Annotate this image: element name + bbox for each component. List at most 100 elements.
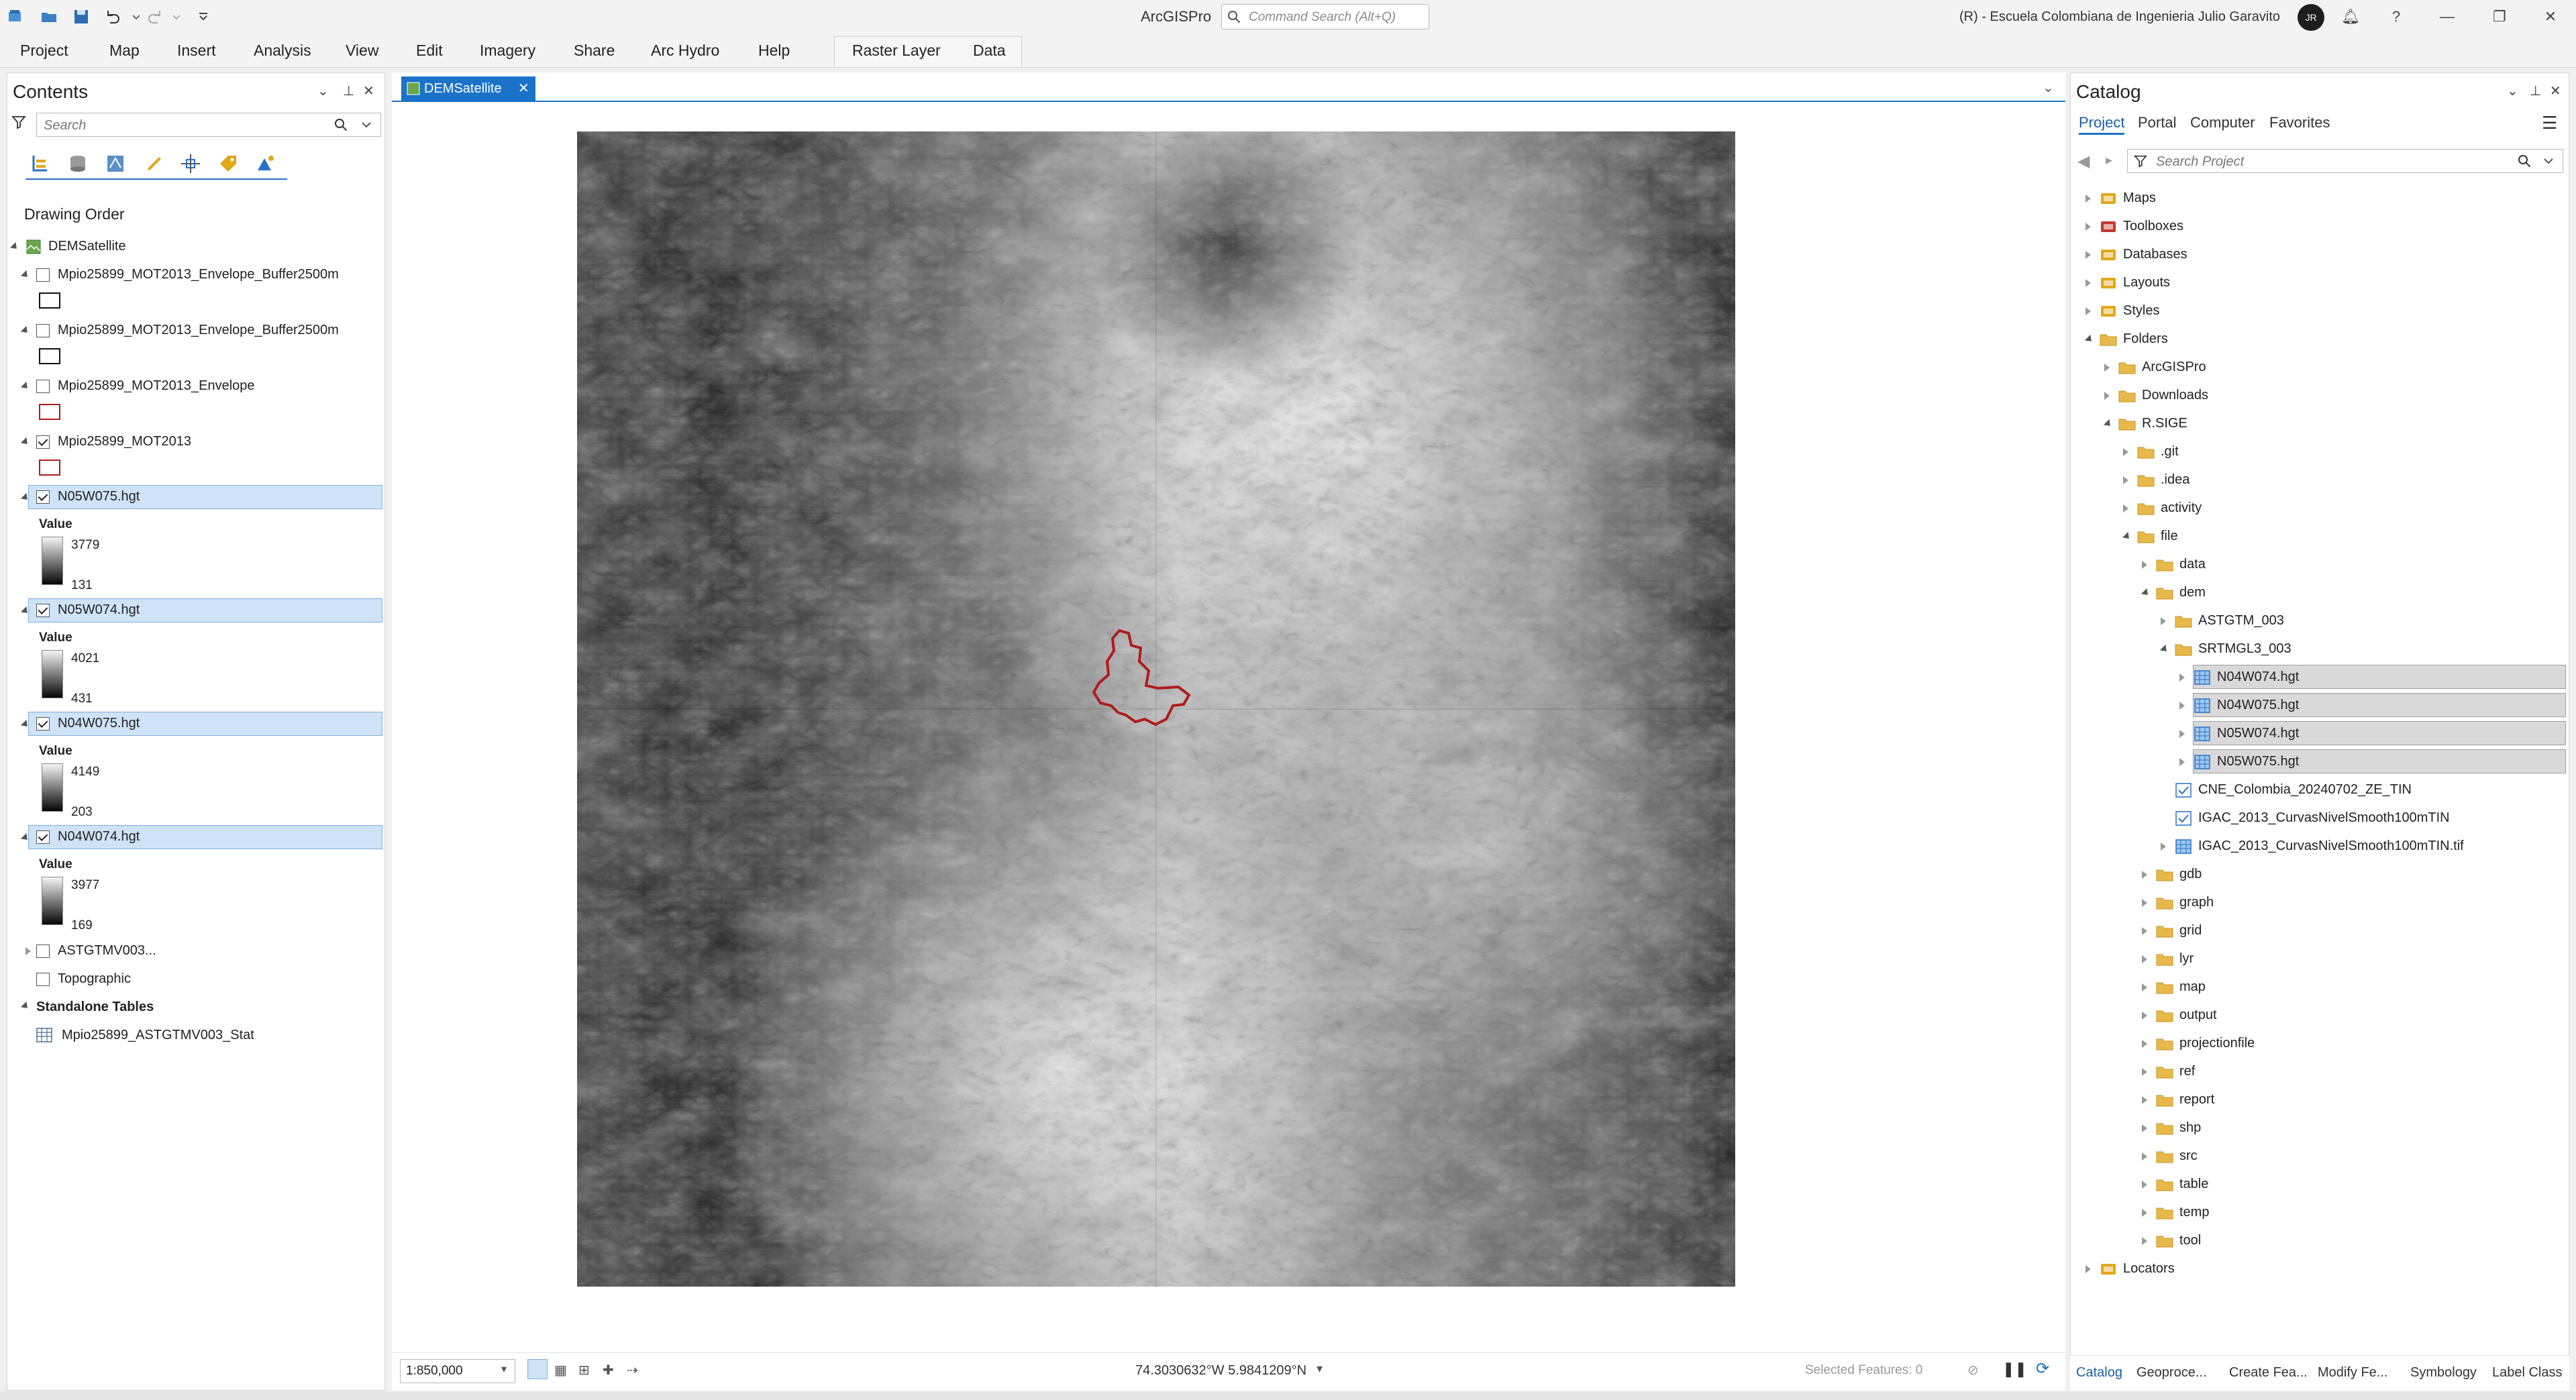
expand-toggle-icon[interactable] bbox=[2142, 1068, 2147, 1076]
expand-toggle-icon[interactable] bbox=[2142, 1237, 2147, 1245]
list-by-drawing-order-icon[interactable] bbox=[30, 153, 51, 178]
expand-toggle-icon[interactable] bbox=[2179, 758, 2185, 766]
catalog-tab-computer[interactable]: Computer bbox=[2190, 114, 2255, 131]
grid-icon[interactable]: ▦ bbox=[554, 1362, 567, 1379]
contents-search-input[interactable]: Search bbox=[36, 113, 381, 137]
coordinate-readout[interactable]: 74.3030632°W 5.9841209°N bbox=[1135, 1363, 1306, 1379]
expand-toggle-icon[interactable] bbox=[2161, 843, 2166, 851]
standalone-table-name[interactable]: Mpio25899_ASTGTMV003_Stat bbox=[62, 1028, 254, 1043]
close-pane-icon[interactable]: ✕ bbox=[363, 83, 374, 99]
layer-visibility-checkbox[interactable] bbox=[36, 268, 50, 282]
expand-toggle-icon[interactable] bbox=[2142, 1181, 2147, 1189]
open-folder-icon[interactable] bbox=[40, 8, 58, 25]
expand-toggle-icon[interactable] bbox=[2142, 983, 2147, 991]
expand-toggle-icon[interactable] bbox=[2142, 1040, 2147, 1048]
selected-features-count[interactable]: Selected Features: 0 bbox=[1805, 1363, 1922, 1378]
layer-visibility-checkbox[interactable] bbox=[36, 324, 50, 337]
expand-toggle-icon[interactable] bbox=[2179, 702, 2185, 710]
tab-help[interactable]: Help bbox=[758, 42, 790, 60]
tab-share[interactable]: Share bbox=[574, 42, 615, 60]
tab-view[interactable]: View bbox=[346, 42, 378, 60]
help-icon[interactable]: ? bbox=[2386, 7, 2406, 27]
map-name[interactable]: DEMSatellite bbox=[48, 239, 126, 254]
layer-name[interactable]: Mpio25899_MOT2013 bbox=[58, 434, 191, 449]
clear-selection-icon[interactable]: ⊘ bbox=[1967, 1362, 1979, 1379]
restore-icon[interactable]: ❐ bbox=[2489, 7, 2510, 27]
account-name[interactable]: (R) - Escuela Colombiana de Ingenieria J… bbox=[1959, 9, 2280, 25]
layer-name[interactable]: N05W075.hgt bbox=[58, 489, 140, 504]
bottom-tab-create-features[interactable]: Create Fea... bbox=[2229, 1365, 2308, 1381]
reference-scale-icon[interactable]: ⊞ bbox=[578, 1362, 590, 1379]
pause-drawing-icon[interactable]: ❚❚ bbox=[2002, 1360, 2027, 1378]
list-by-perspective-imagery-icon[interactable] bbox=[255, 153, 276, 178]
expand-toggle-icon[interactable] bbox=[2123, 448, 2128, 456]
catalog-tab-favorites[interactable]: Favorites bbox=[2269, 114, 2330, 131]
redo-dropdown-icon[interactable] bbox=[168, 8, 181, 25]
layer-symbol[interactable] bbox=[39, 404, 60, 420]
bottom-tab-catalog[interactable]: Catalog bbox=[2076, 1365, 2122, 1381]
layer-name[interactable]: Mpio25899_MOT2013_Envelope bbox=[58, 378, 255, 394]
tab-edit[interactable]: Edit bbox=[416, 42, 443, 60]
expand-toggle-icon[interactable] bbox=[2085, 1265, 2091, 1273]
stretch-color-ramp[interactable] bbox=[42, 763, 63, 812]
expand-toggle-icon[interactable] bbox=[2142, 1209, 2147, 1217]
expand-toggle-icon[interactable] bbox=[2161, 617, 2166, 625]
bottom-tab-symbology[interactable]: Symbology bbox=[2410, 1365, 2477, 1381]
layer-symbol[interactable] bbox=[39, 292, 60, 309]
tab-analysis[interactable]: Analysis bbox=[254, 42, 311, 60]
new-project-icon[interactable] bbox=[7, 8, 24, 25]
expand-toggle-icon[interactable] bbox=[2085, 307, 2091, 315]
layer-name[interactable]: N05W074.hgt bbox=[58, 602, 140, 618]
expand-toggle-icon[interactable] bbox=[2179, 730, 2185, 738]
pane-options-icon[interactable]: ⌄ bbox=[317, 83, 329, 99]
expand-toggle-icon[interactable] bbox=[2104, 392, 2110, 400]
expand-toggle-icon[interactable] bbox=[2142, 871, 2147, 879]
expand-toggle-icon[interactable] bbox=[2142, 561, 2147, 569]
layer-symbol[interactable] bbox=[39, 460, 60, 476]
layer-name[interactable]: N04W074.hgt bbox=[58, 829, 140, 845]
expand-toggle-icon[interactable] bbox=[2104, 364, 2110, 372]
layer-visibility-checkbox[interactable] bbox=[36, 717, 50, 731]
expand-toggle-icon[interactable] bbox=[2142, 955, 2147, 963]
tab-raster-layer[interactable]: Raster Layer bbox=[852, 42, 941, 60]
layer-visibility-checkbox[interactable] bbox=[36, 490, 50, 504]
expand-toggle-icon[interactable] bbox=[2085, 195, 2091, 203]
list-by-selection-icon[interactable] bbox=[105, 153, 126, 178]
expand-toggle-icon[interactable] bbox=[2142, 899, 2147, 907]
refresh-icon[interactable]: ⟳ bbox=[2036, 1359, 2049, 1379]
basemap-name[interactable]: Topographic bbox=[58, 971, 131, 987]
command-search-input[interactable]: Command Search (Alt+Q) bbox=[1221, 4, 1429, 30]
chevron-down-icon[interactable] bbox=[2541, 154, 2556, 168]
layer-name[interactable]: N04W075.hgt bbox=[58, 716, 140, 731]
close-pane-icon[interactable]: ✕ bbox=[2550, 83, 2561, 99]
filter-icon[interactable] bbox=[2133, 154, 2148, 168]
expand-toggle-icon[interactable] bbox=[2123, 504, 2128, 513]
chevron-down-icon[interactable] bbox=[359, 117, 374, 132]
close-icon[interactable]: ✕ bbox=[2540, 7, 2561, 27]
notifications-icon[interactable]: 🔔︎ bbox=[2340, 7, 2361, 27]
expand-toggle-icon[interactable] bbox=[2142, 1124, 2147, 1132]
stretch-color-ramp[interactable] bbox=[42, 650, 63, 698]
back-icon[interactable]: ◀ bbox=[2077, 152, 2090, 171]
expand-toggle-icon[interactable] bbox=[2142, 1096, 2147, 1104]
navigation-icon[interactable]: ⇢ bbox=[627, 1362, 638, 1379]
expand-toggle-icon[interactable] bbox=[2142, 927, 2147, 935]
tab-map[interactable]: Map bbox=[109, 42, 140, 60]
layer-visibility-checkbox[interactable] bbox=[36, 435, 50, 449]
catalog-menu-icon[interactable]: ☰ bbox=[2542, 113, 2557, 133]
layer-name[interactable]: ASTGTMV003... bbox=[58, 943, 156, 959]
snapping-icon[interactable]: ✚ bbox=[603, 1362, 614, 1379]
expand-toggle-icon[interactable] bbox=[2085, 251, 2091, 259]
list-by-snapping-icon[interactable] bbox=[180, 153, 201, 178]
layer-visibility-checkbox[interactable] bbox=[36, 380, 50, 393]
list-by-labeling-icon[interactable] bbox=[217, 153, 239, 178]
bottom-tab-geoprocessing[interactable]: Geoproce... bbox=[2136, 1365, 2207, 1381]
expand-toggle-icon[interactable] bbox=[2179, 674, 2185, 682]
basemap-visibility-checkbox[interactable] bbox=[36, 973, 50, 986]
layer-visibility-checkbox[interactable] bbox=[36, 945, 50, 958]
filter-icon[interactable] bbox=[11, 114, 27, 130]
layer-visibility-checkbox[interactable] bbox=[36, 604, 50, 617]
customize-qat-icon[interactable] bbox=[195, 8, 208, 25]
minimize-icon[interactable]: — bbox=[2437, 7, 2457, 27]
expand-toggle-icon[interactable] bbox=[2142, 1012, 2147, 1020]
